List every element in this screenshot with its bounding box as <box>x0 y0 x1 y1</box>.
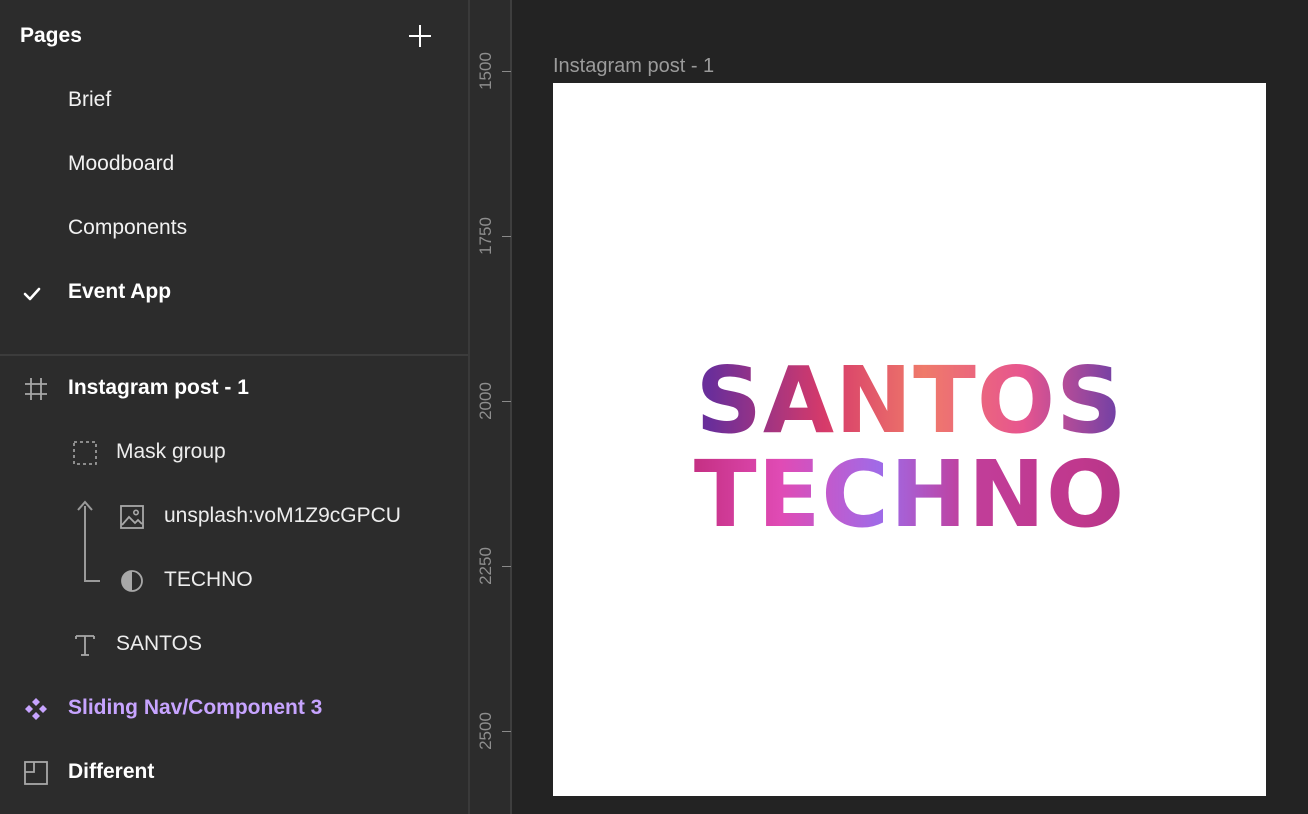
layer-label: Different <box>68 760 155 783</box>
frame-label[interactable]: Instagram post - 1 <box>553 55 714 78</box>
layer-label: Instagram post - 1 <box>68 376 249 399</box>
layer-different[interactable]: Different <box>0 740 468 804</box>
ruler-label: 2500 <box>476 712 496 750</box>
layer-image-unsplash[interactable]: unsplash:voM1Z9cGPCU <box>0 484 468 548</box>
page-item-label: Brief <box>68 88 112 111</box>
layer-label: Sliding Nav/Component 3 <box>68 696 323 719</box>
ruler-tick <box>502 401 511 402</box>
page-item-event-app[interactable]: Event App <box>0 260 468 324</box>
pages-header: Pages <box>0 0 468 72</box>
section-icon <box>24 761 48 785</box>
ruler-label: 2000 <box>476 382 496 420</box>
layer-mask-techno[interactable]: TECHNO <box>0 548 468 612</box>
checkmark-icon <box>23 287 41 301</box>
layer-label: TECHNO <box>164 568 253 591</box>
page-item-label: Components <box>68 216 188 239</box>
page-item-moodboard[interactable]: Moodboard <box>0 132 468 196</box>
image-icon <box>120 505 144 529</box>
ruler-tick <box>502 71 511 72</box>
page-item-components[interactable]: Components <box>0 196 468 260</box>
page-item-label: Event App <box>68 280 172 303</box>
ruler-tick <box>502 731 511 732</box>
layer-label: unsplash:voM1Z9cGPCU <box>164 504 401 527</box>
pages-title: Pages <box>20 24 82 47</box>
mask-icon <box>121 570 143 592</box>
ruler-label: 1750 <box>476 217 496 255</box>
add-page-button[interactable] <box>404 20 436 52</box>
text-icon <box>75 635 95 656</box>
headline-santos[interactable]: SANTOS <box>553 355 1266 447</box>
layer-label: SANTOS <box>116 632 202 655</box>
ruler-label: 1500 <box>476 52 496 90</box>
frame-icon <box>25 378 47 400</box>
plus-icon <box>409 25 431 47</box>
layer-mask-group[interactable]: Mask group <box>0 420 468 484</box>
component-instance-icon <box>25 698 47 720</box>
page-item-label: Moodboard <box>68 152 175 175</box>
ruler-tick <box>502 236 511 237</box>
layer-label: Mask group <box>116 440 226 463</box>
ruler-tick <box>502 566 511 567</box>
layers-sidebar: Pages Brief Moodboard Components Event A… <box>0 0 468 814</box>
layer-text-santos[interactable]: SANTOS <box>0 612 468 676</box>
layer-frame-instagram-post[interactable]: Instagram post - 1 <box>0 356 468 420</box>
layer-component-sliding-nav[interactable]: Sliding Nav/Component 3 <box>0 676 468 740</box>
instagram-post-frame[interactable]: SANTOS TECHNO <box>553 83 1266 796</box>
page-item-brief[interactable]: Brief <box>0 68 468 132</box>
ruler-label: 2250 <box>476 547 496 585</box>
headline-techno[interactable]: TECHNO <box>553 449 1266 541</box>
mask-group-icon <box>73 441 97 465</box>
